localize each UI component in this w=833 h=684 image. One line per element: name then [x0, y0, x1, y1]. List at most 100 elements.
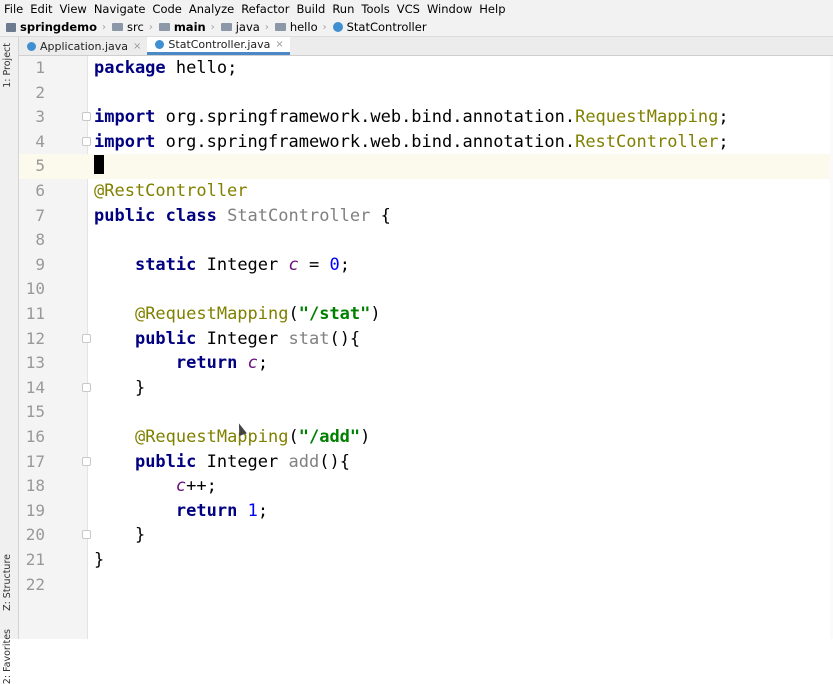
- code-token: ;: [257, 500, 269, 521]
- menu-navigate[interactable]: Navigate: [91, 0, 149, 18]
- code-line[interactable]: 15: [19, 400, 833, 425]
- structure-tool-button[interactable]: Z: Structure: [2, 554, 13, 611]
- menu-tools[interactable]: Tools: [358, 0, 392, 18]
- fold-marker-icon[interactable]: [82, 456, 91, 466]
- line-number: 12: [25, 328, 45, 348]
- menu-vcs[interactable]: VCS: [394, 0, 423, 18]
- code-token: return: [175, 500, 238, 521]
- line-number: 5: [35, 156, 45, 176]
- menu-view[interactable]: View: [57, 0, 90, 18]
- code-line[interactable]: 6 @RestController: [19, 179, 833, 204]
- code-line[interactable]: 18 c++;: [19, 474, 833, 499]
- code-line[interactable]: 12 public Integer stat(){: [19, 327, 833, 352]
- line-number: 10: [25, 279, 45, 299]
- code-line[interactable]: 10: [19, 277, 833, 302]
- breadcrumb-main[interactable]: main ›: [153, 18, 215, 37]
- breadcrumb-hello[interactable]: hello ›: [269, 18, 327, 37]
- favorites-tool-label: 2: Favorites: [2, 629, 13, 684]
- fold-marker-icon[interactable]: [82, 530, 91, 540]
- menu-code[interactable]: Code: [149, 0, 184, 18]
- code-line[interactable]: 5: [19, 154, 833, 179]
- menu-edit[interactable]: Edit: [27, 0, 55, 18]
- code-text: public class StatController {: [94, 204, 391, 229]
- code-text: public Integer stat(){: [94, 327, 360, 352]
- code-token: return: [175, 353, 238, 374]
- fold-marker-icon[interactable]: [82, 382, 91, 392]
- code-token: (){: [329, 328, 361, 349]
- menu-refactor[interactable]: Refactor: [238, 0, 292, 18]
- code-token: StatController: [227, 205, 371, 226]
- folder-icon: [220, 23, 232, 31]
- code-line[interactable]: 13 return c;: [19, 351, 833, 376]
- code-line[interactable]: 14 }: [19, 376, 833, 401]
- code-text: @RequestMapping("/stat"): [94, 302, 381, 327]
- code-line[interactable]: 8: [19, 228, 833, 253]
- menu-run[interactable]: Run: [329, 0, 357, 18]
- code-token: "/add": [298, 427, 361, 447]
- menu-window[interactable]: Window: [424, 0, 475, 18]
- code-token: public class: [94, 205, 217, 226]
- code-line[interactable]: 4 import org.springframework.web.bind.ann…: [19, 130, 833, 155]
- code-token: ;: [718, 131, 729, 152]
- favorites-tool-button[interactable]: 2: Favorites: [2, 629, 13, 684]
- code-token: import: [94, 131, 156, 152]
- code-token: "/stat": [298, 304, 371, 324]
- code-text: }: [94, 523, 145, 548]
- tab-label: Application.java: [40, 39, 129, 53]
- code-token: (: [288, 427, 299, 447]
- code-line[interactable]: 22: [19, 573, 833, 598]
- menu-build[interactable]: Build: [293, 0, 328, 18]
- code-line[interactable]: 16 @RequestMapping("/add"): [19, 425, 833, 450]
- code-line[interactable]: 19 return 1;: [19, 499, 833, 524]
- code-token: Integer: [196, 254, 289, 275]
- fold-marker-icon[interactable]: [82, 112, 91, 122]
- line-number: 1: [35, 58, 45, 77]
- code-text: @RequestMapping("/add"): [94, 425, 370, 450]
- line-number: 8: [35, 230, 45, 250]
- code-token: ;: [339, 254, 350, 275]
- code-token: ): [370, 304, 381, 324]
- code-token: (){: [319, 451, 350, 472]
- fold-marker-icon[interactable]: [82, 333, 91, 343]
- code-line[interactable]: 17 public Integer add(){: [19, 450, 833, 475]
- code-text: import org.springframework.web.bind.anno…: [94, 105, 729, 130]
- code-line[interactable]: 2: [19, 81, 833, 106]
- code-line[interactable]: 11 @RequestMapping("/stat"): [19, 302, 833, 327]
- line-number: 19: [25, 500, 45, 520]
- breadcrumb-statcontroller[interactable]: StatController: [327, 18, 427, 37]
- tab-application-java[interactable]: Application.java ×: [19, 37, 147, 55]
- close-icon[interactable]: ×: [275, 39, 283, 50]
- breadcrumb-label: springdemo: [20, 19, 98, 34]
- project-icon: [6, 22, 16, 32]
- code-token: public: [134, 328, 197, 349]
- code-text: c++;: [94, 474, 217, 499]
- menu-analyze[interactable]: Analyze: [186, 0, 237, 18]
- code-token: =: [298, 254, 330, 275]
- project-tool-button[interactable]: 1: Project: [2, 43, 13, 88]
- code-line[interactable]: 21}: [19, 548, 833, 573]
- tab-statcontroller-java[interactable]: StatController.java ×: [147, 37, 290, 55]
- menu-help[interactable]: Help: [476, 0, 508, 18]
- breadcrumb-springdemo[interactable]: springdemo ›: [0, 18, 106, 37]
- code-token: package: [94, 58, 166, 78]
- line-number: 18: [25, 476, 45, 496]
- line-number: 11: [25, 304, 45, 323]
- breadcrumb-java[interactable]: java ›: [215, 18, 269, 37]
- code-line[interactable]: 7 public class StatController {: [19, 204, 833, 229]
- code-line[interactable]: 20 }: [19, 523, 833, 548]
- code-line[interactable]: 1 package hello;: [19, 56, 833, 81]
- code-token: }: [94, 525, 146, 546]
- code-line[interactable]: 9 static Integer c = 0;: [19, 253, 833, 278]
- code-line[interactable]: 3 import org.springframework.web.bind.ann…: [19, 105, 833, 130]
- line-number: 13: [25, 353, 45, 373]
- menu-file[interactable]: File: [0, 0, 26, 18]
- close-icon[interactable]: ×: [133, 41, 141, 52]
- code-token: }: [94, 377, 146, 398]
- breadcrumb-src[interactable]: src ›: [106, 18, 153, 37]
- code-token: org.springframework.web.bind.annotation.: [165, 107, 576, 128]
- fold-marker-icon[interactable]: [82, 136, 91, 146]
